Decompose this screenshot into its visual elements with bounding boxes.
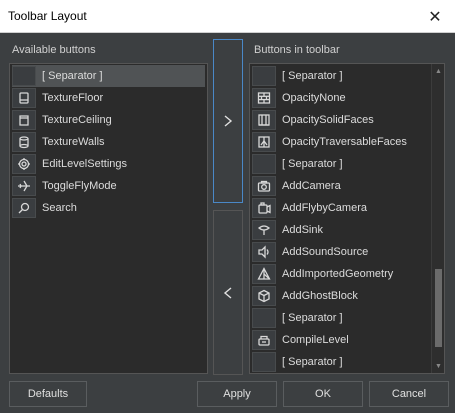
available-buttons-label: Available buttons [12, 44, 96, 56]
toolbar-list-item[interactable]: AddFlybyCamera [252, 197, 429, 219]
available-buttons-list[interactable]: [ Separator ] TextureFloor TextureCeiling T… [9, 63, 208, 374]
toolbar-item-label: AddSoundSource [282, 246, 369, 258]
toolbar-item-label: [ Separator ] [282, 158, 343, 170]
remove-from-toolbar-button[interactable] [213, 210, 243, 375]
toolbar-list-item[interactable]: [ Separator ] [252, 307, 429, 329]
toolbar-list-item[interactable]: AddSink [252, 219, 429, 241]
available-list-item[interactable]: TextureWalls [12, 131, 205, 153]
toolbar-list-scrollbar[interactable]: ▲ ▼ [431, 64, 444, 373]
none-icon [252, 154, 276, 174]
close-icon: ✕ [428, 8, 442, 26]
toolbar-list-item[interactable]: CompileLevel [252, 329, 429, 351]
airplane-icon [12, 176, 36, 196]
available-list-item[interactable]: TextureFloor [12, 87, 205, 109]
none-icon [252, 66, 276, 86]
toolbar-list-item[interactable]: AddSoundSource [252, 241, 429, 263]
toolbar-item-label: AddImportedGeometry [282, 268, 394, 280]
texture-walls-icon [12, 132, 36, 152]
toolbar-buttons-list[interactable]: ▲ ▼ [ Separator ] OpacityNone OpacitySolid… [249, 63, 445, 374]
toolbar-item-label: [ Separator ] [282, 70, 343, 82]
toolbar-item-label: OpacitySolidFaces [282, 114, 374, 126]
available-list-item[interactable]: ToggleFlyMode [12, 175, 205, 197]
search-icon [12, 198, 36, 218]
speaker-icon [252, 242, 276, 262]
defaults-button[interactable]: Defaults [9, 381, 87, 407]
texture-floor-icon [12, 88, 36, 108]
toolbar-item-label: AddCamera [282, 180, 341, 192]
toolbar-item-label: AddFlybyCamera [282, 202, 367, 214]
toolbar-list-item[interactable]: AddImportedGeometry [252, 263, 429, 285]
toolbar-list-item[interactable]: AddCamera [252, 175, 429, 197]
none-icon [252, 308, 276, 328]
camera-icon [252, 176, 276, 196]
toolbar-list-item[interactable]: AddGhostBlock [252, 285, 429, 307]
texture-ceiling-icon [12, 110, 36, 130]
available-list-item[interactable]: TextureCeiling [12, 109, 205, 131]
close-button[interactable]: ✕ [415, 0, 455, 33]
available-item-label: EditLevelSettings [42, 158, 127, 170]
traversable-faces-icon [252, 132, 276, 152]
geometry-icon [252, 264, 276, 284]
toolbar-list-item[interactable]: OpacityTraversableFaces [252, 131, 429, 153]
toolbar-item-label: [ Separator ] [282, 356, 343, 368]
toolbar-item-label: OpacityTraversableFaces [282, 136, 407, 148]
available-item-label: TextureFloor [42, 92, 104, 104]
solid-faces-icon [252, 110, 276, 130]
ok-button[interactable]: OK [283, 381, 363, 407]
toolbar-item-label: AddSink [282, 224, 323, 236]
toolbar-item-label: CompileLevel [282, 334, 349, 346]
available-item-label: Search [42, 202, 77, 214]
cancel-button[interactable]: Cancel [369, 381, 449, 407]
toolbar-buttons-label: Buttons in toolbar [254, 44, 340, 56]
scroll-up-arrow-icon[interactable]: ▲ [432, 65, 444, 77]
add-to-toolbar-button[interactable] [213, 39, 243, 203]
toolbar-item-label: OpacityNone [282, 92, 346, 104]
none-icon [252, 352, 276, 372]
toolbar-list-item[interactable]: OpacitySolidFaces [252, 109, 429, 131]
available-item-label: [ Separator ] [42, 70, 103, 82]
toolbar-item-label: [ Separator ] [282, 312, 343, 324]
toolbar-list-item[interactable]: [ Separator ] [252, 351, 429, 373]
chevron-left-icon [223, 286, 232, 299]
toolbar-list-item[interactable]: [ Separator ] [252, 65, 429, 87]
cube-icon [252, 286, 276, 306]
scroll-down-arrow-icon[interactable]: ▼ [432, 360, 444, 372]
available-item-label: TextureWalls [42, 136, 105, 148]
available-list-item[interactable]: Search [12, 197, 205, 219]
apply-button[interactable]: Apply [197, 381, 277, 407]
toolbar-list-item[interactable]: [ Separator ] [252, 153, 429, 175]
window-title: Toolbar Layout [8, 9, 87, 23]
none-icon [12, 66, 36, 86]
available-list-item[interactable]: EditLevelSettings [12, 153, 205, 175]
toolbar-list-item[interactable]: OpacityNone [252, 87, 429, 109]
sink-icon [252, 220, 276, 240]
gear-icon [12, 154, 36, 174]
flyby-camera-icon [252, 198, 276, 218]
title-bar: Toolbar Layout ✕ [0, 0, 455, 33]
toolbar-item-label: AddGhostBlock [282, 290, 358, 302]
available-item-label: TextureCeiling [42, 114, 112, 126]
available-item-label: ToggleFlyMode [42, 180, 117, 192]
chevron-right-icon [224, 115, 233, 127]
brick-wall-icon [252, 88, 276, 108]
available-list-item[interactable]: [ Separator ] [12, 65, 205, 87]
compile-icon [252, 330, 276, 350]
scrollbar-thumb[interactable] [435, 269, 442, 347]
